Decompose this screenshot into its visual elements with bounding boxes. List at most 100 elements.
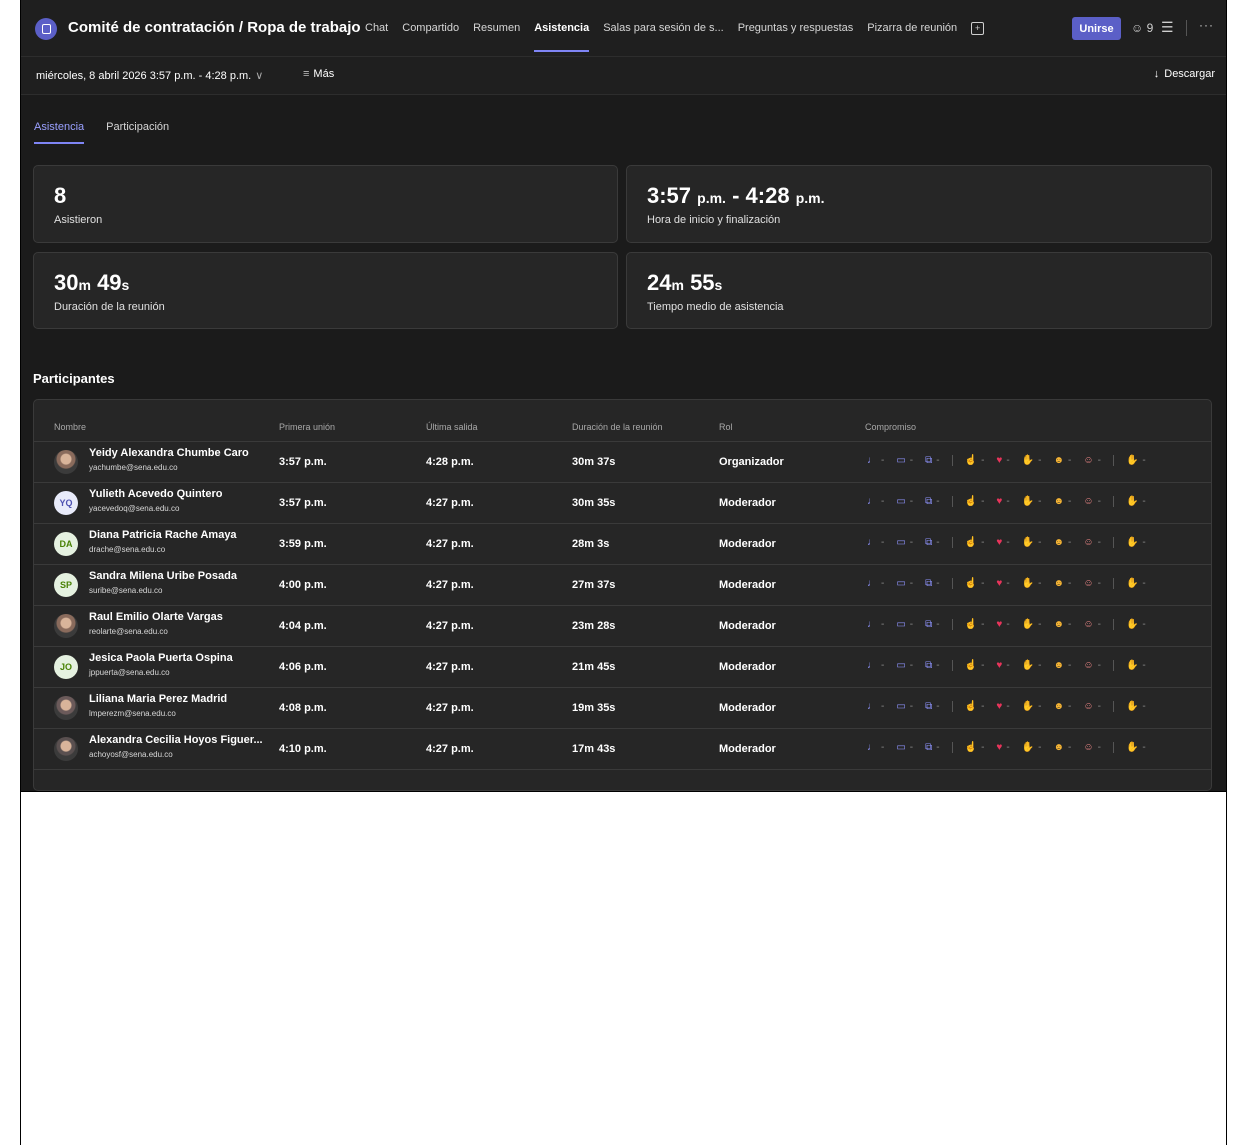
meeting-duration: 30m 37s [572,456,616,468]
camera-icon: ▭ [896,660,906,671]
engagement-value: - [981,701,985,712]
engagement-value: - [1068,537,1072,548]
engagement-value: - [1142,537,1146,548]
engagement-value: - [881,455,885,466]
col-last-leave[interactable]: Última salida [426,422,478,432]
like-icon: ☝ [964,455,978,466]
avatar [54,614,78,638]
role: Moderador [719,620,776,632]
engagement-value: - [1006,742,1010,753]
like-icon: ☝ [964,496,978,507]
subtab-participation[interactable]: Participación [106,121,169,133]
engagement-cell: ♩ - ▭ - ⧉ - ☝ - ♥ - ✋ - ☻ - ☺ - ✋ - [867,537,1158,548]
engagement-cell: ♩ - ▭ - ⧉ - ☝ - ♥ - ✋ - ☻ - ☺ - ✋ - [867,619,1158,630]
engagement-value: - [1068,496,1072,507]
engagement-value: - [1038,742,1042,753]
tab-summary[interactable]: Resumen [473,22,520,35]
col-first-join[interactable]: Primera unión [279,422,335,432]
last-leave: 4:27 p.m. [426,702,474,714]
share-icon: ⧉ [925,701,933,712]
more-icon[interactable]: ··· [1199,18,1214,32]
more-filter-button[interactable]: ≡ Más [303,68,334,80]
divider [1112,742,1114,753]
add-tab-icon[interactable]: + [971,22,985,35]
teams-window: Comité de contratación / Ropa de trabajo… [21,0,1226,792]
engagement-value: - [909,701,914,712]
tab-chat[interactable]: Chat [365,22,388,35]
table-row[interactable]: DA Diana Patricia Rache Amaya drache@sen… [34,523,1211,565]
date-range-selector[interactable]: miércoles, 8 abril 2026 3:57 p.m. - 4:28… [36,69,263,82]
participant-email: reolarte@sena.edu.co [89,627,168,636]
role: Moderador [719,538,776,550]
tab-qa[interactable]: Preguntas y respuestas [738,22,854,35]
mic-icon: ♩ [867,455,877,466]
table-row[interactable]: JO Jesica Paola Puerta Ospina jppuerta@s… [34,646,1211,688]
people-icon: ☺ [1131,21,1144,35]
engagement-value: - [1006,537,1010,548]
table-row[interactable]: Raul Emilio Olarte Vargas reolarte@sena.… [34,605,1211,647]
engagement-value: - [1006,455,1010,466]
engagement-value: - [1097,578,1101,589]
share-icon: ⧉ [925,455,933,466]
participant-name: Yulieth Acevedo Quintero [89,488,223,500]
engagement-value: - [1068,578,1072,589]
last-leave: 4:27 p.m. [426,497,474,509]
engagement-value: - [981,537,985,548]
engagement-value: - [1097,660,1101,671]
heart-icon: ♥ [996,537,1003,548]
meeting-duration: 27m 37s [572,579,616,591]
surprised-icon: ☺ [1083,619,1094,630]
raise-hand-icon: ✋ [1125,701,1139,712]
tab-whiteboard[interactable]: Pizarra de reunión [867,22,957,35]
engagement-value: - [1068,660,1072,671]
clap-icon: ✋ [1021,701,1035,712]
col-engagement[interactable]: Compromiso [865,422,916,432]
date-range-label: miércoles, 8 abril 2026 3:57 p.m. - 4:28… [36,70,252,82]
download-button[interactable]: ↓ Descargar [1154,68,1215,80]
engagement-value: - [936,619,940,630]
attended-label: Asistieron [54,214,103,226]
col-duration[interactable]: Duración de la reunión [572,422,663,432]
divider [1112,578,1114,589]
table-row[interactable]: Liliana Maria Perez Madrid lmperezm@sena… [34,687,1211,729]
engagement-value: - [881,701,885,712]
engagement-value: - [1097,537,1101,548]
camera-icon: ▭ [896,619,906,630]
duration-value: 30m 49s [54,270,130,295]
col-name[interactable]: Nombre [54,422,86,432]
table-row[interactable]: YQ Yulieth Acevedo Quintero yacevedoq@se… [34,482,1211,524]
participants-button[interactable]: ☺ 9 [1131,21,1153,35]
first-join: 4:04 p.m. [279,620,327,632]
divider [1112,496,1114,507]
divider [951,496,953,507]
engagement-cell: ♩ - ▭ - ⧉ - ☝ - ♥ - ✋ - ☻ - ☺ - ✋ - [867,660,1158,671]
mic-icon: ♩ [867,496,877,507]
last-leave: 4:27 p.m. [426,579,474,591]
table-row[interactable]: SP Sandra Milena Uribe Posada suribe@sen… [34,564,1211,606]
first-join: 4:06 p.m. [279,661,327,673]
mic-icon: ♩ [867,537,877,548]
duration-card: 30m 49s Duración de la reunión [33,252,618,329]
role: Moderador [719,702,776,714]
join-button[interactable]: Unirse [1072,17,1121,40]
engagement-value: - [1038,537,1042,548]
raise-hand-icon: ✋ [1125,496,1139,507]
mic-icon: ♩ [867,701,877,712]
tab-shared[interactable]: Compartido [402,22,459,35]
role: Moderador [719,579,776,591]
col-role[interactable]: Rol [719,422,733,432]
tab-attendance[interactable]: Asistencia [534,22,590,52]
engagement-value: - [936,578,940,589]
participant-name: Liliana Maria Perez Madrid [89,693,228,705]
time-range-value: 3:57 p.m. - 4:28 p.m. [647,183,825,208]
participant-name: Alexandra Cecilia Hoyos Figuer... [89,734,263,746]
meeting-duration: 19m 35s [572,702,616,714]
meeting-title: Comité de contratación / Ropa de trabajo [68,19,361,36]
last-leave: 4:27 p.m. [426,538,474,550]
tab-breakout-rooms[interactable]: Salas para sesión de s... [603,22,723,35]
engagement-value: - [1097,742,1101,753]
table-row[interactable]: Yeidy Alexandra Chumbe Caro yachumbe@sen… [34,441,1211,483]
list-icon[interactable]: ☰ [1161,19,1174,36]
subtab-attendance[interactable]: Asistencia [34,121,85,144]
table-row[interactable]: Alexandra Cecilia Hoyos Figuer... achoyo… [34,728,1211,770]
